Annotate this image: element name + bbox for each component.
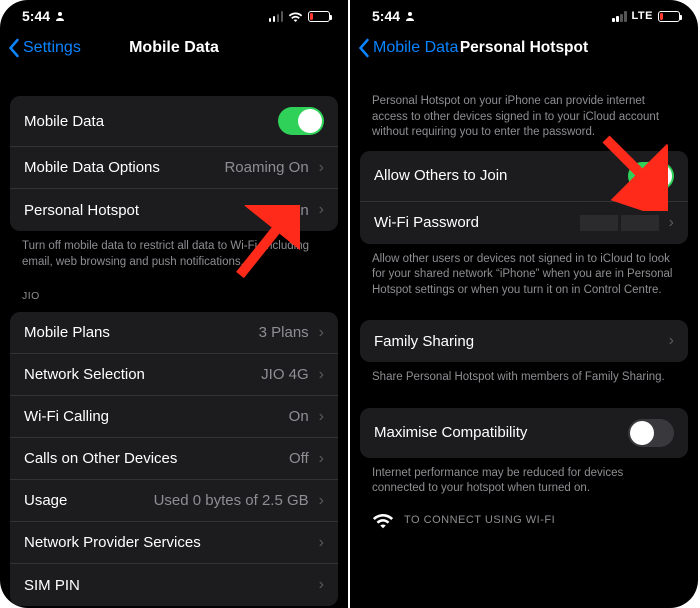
signal-bars-icon bbox=[269, 11, 284, 22]
chevron-right-icon: › bbox=[315, 492, 324, 510]
toggle-on-icon[interactable] bbox=[628, 162, 674, 190]
password-mask-icon bbox=[580, 215, 659, 231]
clock: 5:44 bbox=[372, 8, 400, 24]
chevron-right-icon: › bbox=[665, 214, 674, 232]
phone-left: 5:44 Settings Mobile Data Mobile Data bbox=[0, 0, 348, 608]
group-maxcompat: Maximise Compatibility bbox=[360, 408, 688, 458]
footer-family: Share Personal Hotspot with members of F… bbox=[350, 362, 698, 390]
row-calls-other-devices[interactable]: Calls on Other Devices Off› bbox=[10, 438, 338, 480]
footer-text: Turn off mobile data to restrict all dat… bbox=[0, 231, 348, 274]
person-icon bbox=[54, 10, 66, 22]
intro-text: Personal Hotspot on your iPhone can prov… bbox=[350, 72, 698, 145]
chevron-right-icon: › bbox=[315, 366, 324, 384]
connect-header: TO CONNECT USING WI-FI bbox=[404, 514, 555, 526]
row-allow-others-to-join[interactable]: Allow Others to Join bbox=[360, 151, 688, 202]
wifi-icon bbox=[372, 511, 394, 529]
toggle-off-icon[interactable] bbox=[628, 419, 674, 447]
clock: 5:44 bbox=[22, 8, 50, 24]
wifi-icon bbox=[288, 11, 303, 22]
signal-bars-icon bbox=[612, 11, 627, 22]
back-button[interactable]: Settings bbox=[8, 38, 81, 58]
chevron-right-icon: › bbox=[315, 408, 324, 426]
page-title: Mobile Data bbox=[129, 39, 219, 57]
row-wifi-calling[interactable]: Wi-Fi Calling On› bbox=[10, 396, 338, 438]
status-bar: 5:44 LTE bbox=[350, 0, 698, 28]
lte-label: LTE bbox=[632, 10, 653, 22]
label: Mobile Data Options bbox=[24, 159, 160, 176]
person-icon bbox=[404, 10, 416, 22]
chevron-left-icon bbox=[358, 38, 371, 58]
row-family-sharing[interactable]: Family Sharing › bbox=[360, 320, 688, 362]
label: Mobile Data bbox=[24, 113, 104, 130]
chevron-right-icon: › bbox=[665, 332, 674, 350]
group-allow: Allow Others to Join Wi-Fi Password › bbox=[360, 151, 688, 244]
group-mobile-data: Mobile Data Mobile Data Options Roaming … bbox=[10, 96, 338, 231]
chevron-left-icon bbox=[8, 38, 21, 58]
footer-maxcompat: Internet performance may be reduced for … bbox=[350, 458, 698, 501]
row-mobile-data-options[interactable]: Mobile Data Options Roaming On › bbox=[10, 147, 338, 189]
battery-icon bbox=[308, 11, 330, 22]
row-network-provider-services[interactable]: Network Provider Services › bbox=[10, 522, 338, 564]
status-bar: 5:44 bbox=[0, 0, 348, 28]
value: Roaming On bbox=[224, 159, 308, 176]
chevron-right-icon: › bbox=[315, 201, 324, 219]
chevron-right-icon: › bbox=[315, 324, 324, 342]
chevron-right-icon: › bbox=[315, 159, 324, 177]
battery-icon bbox=[658, 11, 680, 22]
back-label: Settings bbox=[23, 39, 81, 57]
section-header-carrier: JIO bbox=[0, 274, 348, 306]
page-title: Personal Hotspot bbox=[460, 39, 588, 57]
group-family: Family Sharing › bbox=[360, 320, 688, 362]
nav-bar: Mobile Data Personal Hotspot bbox=[350, 28, 698, 72]
label: Personal Hotspot bbox=[24, 202, 139, 219]
row-max-compat[interactable]: Maximise Compatibility bbox=[360, 408, 688, 458]
footer-allow: Allow other users or devices not signed … bbox=[350, 244, 698, 303]
row-network-selection[interactable]: Network Selection JIO 4G› bbox=[10, 354, 338, 396]
phone-right: 5:44 LTE Mobile Data Personal Hotspot Pe… bbox=[350, 0, 698, 608]
back-button[interactable]: Mobile Data bbox=[358, 38, 458, 58]
row-mobile-plans[interactable]: Mobile Plans 3 Plans› bbox=[10, 312, 338, 354]
back-label: Mobile Data bbox=[373, 39, 458, 57]
toggle-on-icon[interactable] bbox=[278, 107, 324, 135]
row-mobile-data-toggle[interactable]: Mobile Data bbox=[10, 96, 338, 147]
chevron-right-icon: › bbox=[315, 534, 324, 552]
connect-wifi-header-row: TO CONNECT USING WI-FI bbox=[350, 501, 698, 529]
nav-bar: Settings Mobile Data bbox=[0, 28, 348, 72]
row-wifi-password[interactable]: Wi-Fi Password › bbox=[360, 202, 688, 244]
row-sim-pin[interactable]: SIM PIN › bbox=[10, 564, 338, 606]
row-personal-hotspot[interactable]: Personal Hotspot On › bbox=[10, 189, 338, 231]
chevron-right-icon: › bbox=[315, 450, 324, 468]
row-usage[interactable]: Usage Used 0 bytes of 2.5 GB› bbox=[10, 480, 338, 522]
group-carrier: Mobile Plans 3 Plans› Network Selection … bbox=[10, 312, 338, 606]
value: On bbox=[289, 202, 309, 219]
chevron-right-icon: › bbox=[315, 576, 324, 594]
